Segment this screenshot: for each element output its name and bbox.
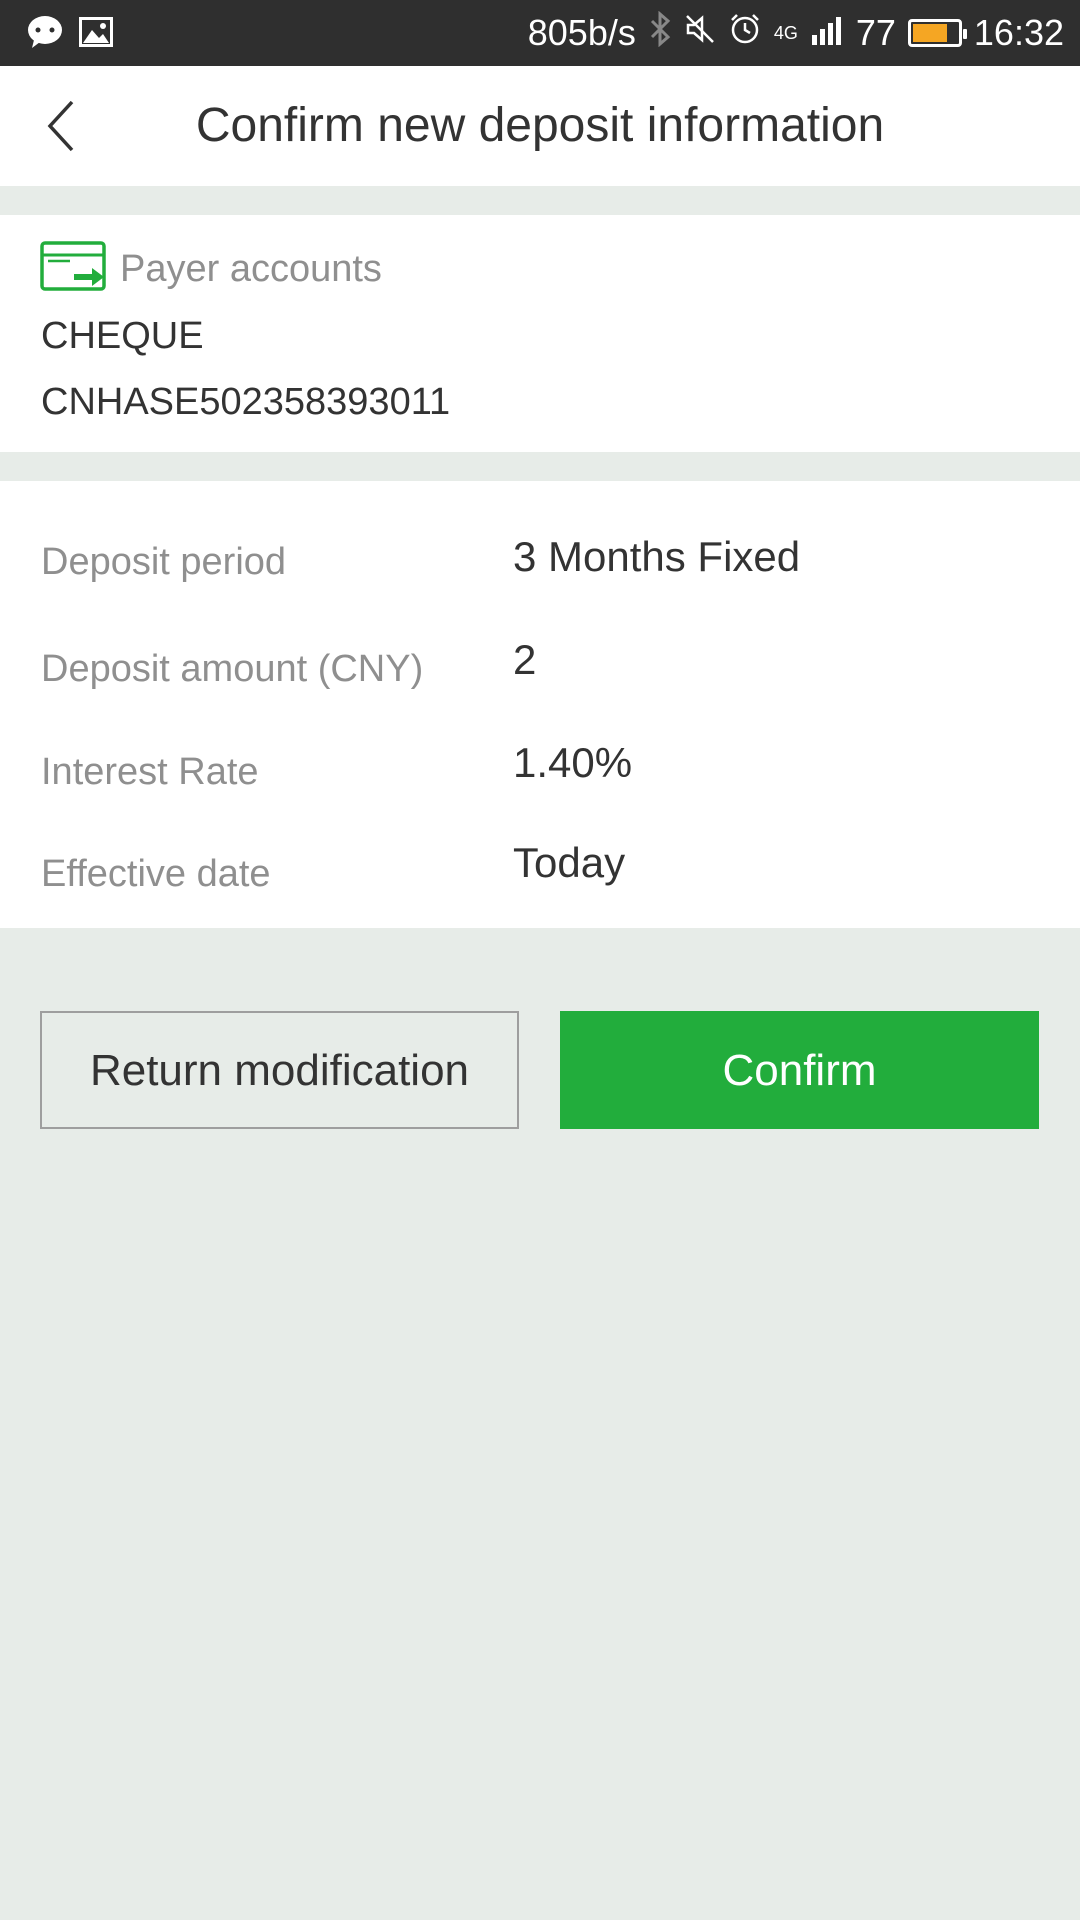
detail-value: 3 Months Fixed: [513, 533, 801, 580]
header: Confirm new deposit information: [0, 66, 1080, 186]
detail-row-effective-date: Effective date Today: [0, 839, 1080, 919]
image-icon: [78, 16, 114, 53]
net-speed: 805b/s: [527, 12, 636, 53]
status-bar: 805b/s 4G 77 16:32: [0, 0, 1080, 66]
network-type: 4G: [773, 22, 798, 43]
detail-label: Deposit period: [41, 541, 287, 583]
detail-value: 1.40%: [513, 739, 633, 786]
battery-icon: [907, 19, 967, 47]
detail-row-amount: Deposit amount (CNY) 2: [0, 636, 1080, 716]
account-type: CHEQUE: [41, 315, 204, 357]
alarm-icon: [728, 12, 762, 55]
card-transfer-icon: [40, 241, 106, 298]
payer-account-card: Payer accounts CHEQUE CNHASE502358393011: [0, 215, 1080, 452]
battery-level: 77: [855, 12, 896, 53]
bluetooth-icon: [648, 10, 672, 56]
detail-label: Deposit amount (CNY): [41, 648, 424, 690]
payer-title: Payer accounts: [120, 248, 382, 290]
payer-header: Payer accounts: [40, 241, 382, 298]
status-right: 805b/s 4G 77 16:32: [528, 0, 1064, 66]
detail-value: Today: [513, 839, 626, 886]
battery-fill: [912, 24, 947, 42]
clock: 16:32: [973, 12, 1064, 53]
deposit-details: Deposit period 3 Months Fixed Deposit am…: [0, 481, 1080, 928]
page-title: Confirm new deposit information: [195, 99, 885, 152]
chat-icon: [26, 14, 64, 55]
confirm-button[interactable]: Confirm: [560, 1011, 1039, 1129]
signal-icon: [810, 12, 844, 54]
detail-value: 2: [513, 636, 537, 683]
detail-row-rate: Interest Rate 1.40%: [0, 739, 1080, 819]
detail-label: Effective date: [41, 853, 271, 895]
status-left-icons: [26, 14, 114, 55]
return-modification-button[interactable]: Return modification: [40, 1011, 519, 1129]
mute-icon: [684, 12, 716, 54]
detail-label: Interest Rate: [41, 751, 259, 793]
detail-row-period: Deposit period 3 Months Fixed: [0, 533, 1080, 613]
account-number: CNHASE502358393011: [41, 381, 451, 423]
